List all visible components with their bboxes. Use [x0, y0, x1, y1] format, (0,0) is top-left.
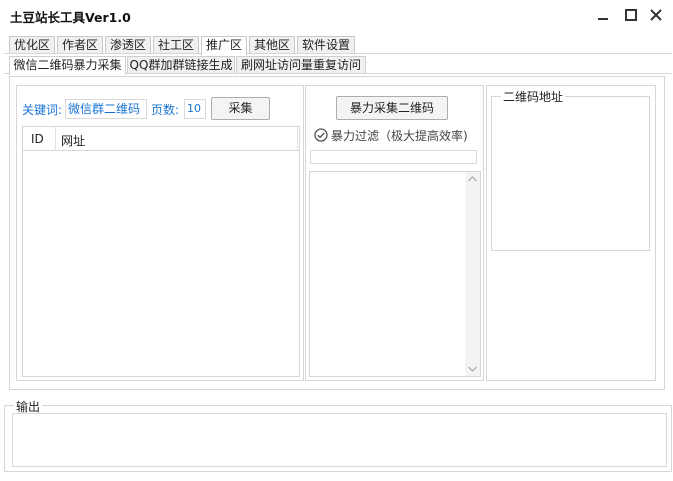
collect-button[interactable]: 采集 — [211, 97, 270, 120]
column-divider-end — [297, 127, 298, 151]
tab-divider — [4, 53, 672, 54]
qrcode-address-group — [491, 96, 650, 251]
keyword-input[interactable]: 微信群二维码 — [65, 99, 147, 119]
scroll-down-icon[interactable] — [468, 366, 477, 372]
list-header: ID 网址 — [23, 127, 299, 151]
tab-promotion[interactable]: 推广区 — [201, 36, 247, 55]
subtab-wechat-qrcode[interactable]: 微信二维码暴力采集 — [9, 56, 126, 75]
minimize-icon — [598, 18, 608, 20]
brute-collect-button[interactable]: 暴力采集二维码 — [336, 96, 448, 120]
url-list[interactable]: ID 网址 — [22, 126, 300, 377]
output-textbox[interactable] — [12, 413, 667, 467]
window-title: 土豆站长工具Ver1.0 — [10, 10, 131, 25]
column-url[interactable]: 网址 — [61, 132, 85, 149]
tab-settings[interactable]: 软件设置 — [297, 36, 355, 54]
scrollbar[interactable] — [465, 172, 480, 376]
keyword-label: 关键词: — [22, 103, 63, 117]
scroll-up-icon[interactable] — [468, 176, 477, 182]
tab-social[interactable]: 社工区 — [153, 36, 199, 54]
pages-label: 页数: — [151, 103, 180, 117]
tab-optimize[interactable]: 优化区 — [9, 36, 55, 54]
filter-checkbox[interactable]: 暴力过滤（极大提高效率) — [314, 126, 468, 144]
close-button[interactable] — [643, 4, 669, 26]
subtab-qq-group-link[interactable]: QQ群加群链接生成 — [127, 56, 235, 74]
search-panel: 关键词: 微信群二维码 页数: 10 采集 ID 网址 — [16, 85, 304, 381]
filter-label: 暴力过滤（极大提高效率) — [331, 128, 468, 143]
tab-penetration[interactable]: 渗透区 — [105, 36, 151, 54]
column-divider — [55, 127, 56, 151]
maximize-icon — [625, 9, 637, 21]
minimize-button[interactable] — [590, 4, 616, 26]
subtab-visit-refresh[interactable]: 刷网址访问量重复访问 — [236, 56, 366, 74]
tab-other[interactable]: 其他区 — [249, 36, 295, 54]
tab-author[interactable]: 作者区 — [57, 36, 103, 54]
close-icon — [650, 9, 662, 21]
check-circle-icon — [314, 128, 328, 142]
progress-bar — [310, 150, 477, 164]
column-id[interactable]: ID — [31, 132, 44, 146]
qrcode-panel: 二维码地址 — [486, 85, 656, 381]
pages-input[interactable]: 10 — [184, 99, 206, 119]
brute-panel: 暴力采集二维码 暴力过滤（极大提高效率) — [305, 85, 484, 381]
app-window: 土豆站长工具Ver1.0 优化区 作者区 渗透区 社工区 推广区 其他区 软件设… — [0, 0, 673, 481]
result-listbox[interactable] — [309, 171, 481, 377]
maximize-button[interactable] — [618, 4, 644, 26]
qrcode-address-title: 二维码地址 — [501, 88, 566, 105]
